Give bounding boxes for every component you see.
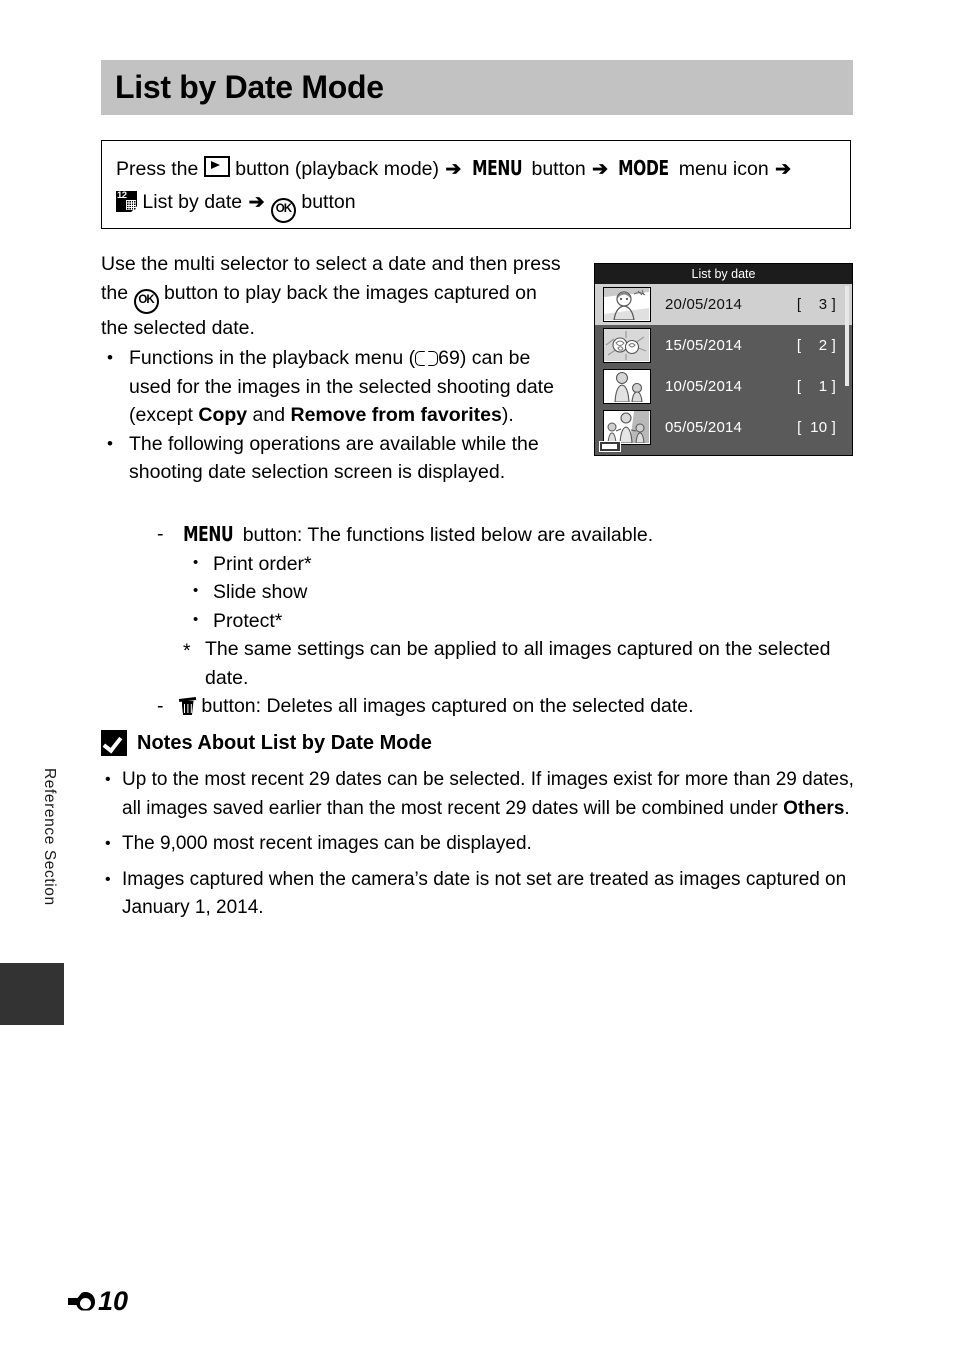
- page-number: 10: [68, 1286, 128, 1317]
- menu-button-icon: MENU: [471, 156, 522, 180]
- note3-text: Images captured when the camera’s date i…: [122, 868, 847, 919]
- list-item-protect: Protect*: [187, 606, 853, 636]
- lcd-row-date: 20/05/2014: [665, 296, 743, 313]
- intro-text-b: button to play back the images captured …: [101, 281, 537, 339]
- note-item-29-dates: Up to the most recent 29 dates can be se…: [101, 766, 856, 823]
- page-title: List by Date Mode: [115, 69, 384, 105]
- note1-bold-others: Others: [783, 797, 845, 819]
- note-item-9000-images: The 9,000 most recent images can be disp…: [101, 830, 856, 859]
- page-number-value: 10: [98, 1286, 129, 1316]
- mode-menu-icon: MODE: [618, 156, 670, 180]
- bullet1-page-ref: 69: [438, 347, 460, 369]
- notes-section: Notes About List by Date Mode Up to the …: [101, 730, 856, 930]
- arrow-right-icon-4: ➔: [248, 192, 265, 213]
- path-text-list-by-date: List by date: [142, 191, 243, 213]
- vertical-scrollbar[interactable]: [845, 286, 849, 386]
- lcd-date-list: 20/05/2014 [ 3 ] 15/05/2014 [ 2 ] 10/05/…: [595, 284, 852, 455]
- woman-child-thumbnail: [603, 369, 651, 404]
- playback-button-icon: [203, 156, 230, 177]
- list-item-print-order: Print order*: [187, 549, 853, 579]
- bullet1-text-a: Functions in the playback menu (: [129, 347, 416, 369]
- battery-icon: [599, 441, 621, 452]
- trash-button-icon: [178, 695, 197, 715]
- camera-lcd-screen: List by date 20/05/2014 [3] 15/05/2014…: [594, 263, 853, 456]
- navigation-path-line-2: 12 List by date ➔ OK button: [116, 186, 836, 223]
- bullet-playback-menu: Functions in the playback menu (69) can …: [101, 344, 563, 430]
- reference-section-label: Reference Section: [41, 768, 58, 906]
- notes-heading: Notes About List by Date Mode: [137, 731, 432, 754]
- notes-list: Up to the most recent 29 dates can be se…: [101, 766, 856, 923]
- navigation-path-box: Press the button (playback mode) ➔ MENU …: [101, 140, 851, 229]
- bullet1-text-c: and: [247, 404, 291, 426]
- dash-item-trash-button: button: Deletes all images captured on t…: [151, 692, 853, 721]
- arrow-right-icon-3: ➔: [775, 159, 792, 180]
- bullet1-text-d: ).: [501, 404, 514, 426]
- flowers-thumbnail: [603, 328, 651, 363]
- menu-dash-text: button: The functions listed below are a…: [242, 524, 654, 546]
- lcd-row-count: [ 2 ]: [796, 337, 836, 354]
- lcd-row-count: [ 3 ]: [796, 296, 836, 313]
- note1-text-b: .: [844, 797, 850, 819]
- body-full-width-section: MENU button: The functions listed below …: [101, 520, 853, 721]
- reference-section-mark-icon: [68, 1291, 96, 1312]
- bullet1-bold-copy: Copy: [198, 404, 248, 426]
- lcd-row-date: 15/05/2014: [665, 337, 743, 354]
- menu-function-list: Print order* Slide show Protect*: [101, 549, 853, 636]
- path-text-button-2: button: [301, 191, 356, 213]
- arrow-right-icon: ➔: [445, 159, 462, 180]
- list-by-date-icon: 12: [116, 191, 137, 212]
- note1-text-a: Up to the most recent 29 dates can be se…: [122, 769, 854, 819]
- notes-check-icon: [101, 730, 127, 756]
- note-item-date-not-set: Images captured when the camera’s date i…: [101, 866, 856, 923]
- menu-button-icon-inline: MENU: [183, 522, 234, 546]
- page-title-banner: List by Date Mode: [101, 60, 853, 115]
- path-text-button: button: [531, 158, 586, 180]
- manual-book-icon: [415, 351, 439, 366]
- asterisk-footnote: The same settings can be applied to all …: [179, 635, 853, 692]
- trash-dash-text: button: Deletes all images captured on t…: [201, 695, 694, 717]
- path-text-press-the: Press the: [116, 158, 199, 180]
- table-row[interactable]: 10/05/2014 [ 1 ]: [595, 366, 852, 407]
- bullet1-bold-remove: Remove from favorites: [290, 404, 502, 426]
- navigation-path-line-1: Press the button (playback mode) ➔ MENU …: [116, 152, 836, 186]
- lcd-row-date: 05/05/2014: [665, 419, 743, 436]
- table-row[interactable]: 20/05/2014 [ 3 ]: [595, 284, 852, 325]
- dash-item-menu-button: MENU button: The functions listed below …: [151, 520, 853, 550]
- ok-button-icon: OK: [270, 198, 296, 223]
- bullet-following-operations: The following operations are available w…: [101, 430, 563, 487]
- family-thumbnail: [603, 410, 651, 445]
- path-text-button-playback: button (playback mode): [235, 158, 439, 180]
- lcd-row-date: 10/05/2014: [665, 378, 743, 395]
- portrait-woman-thumbnail: [603, 287, 651, 322]
- ok-button-icon-inline: OK: [133, 288, 159, 314]
- table-row[interactable]: 05/05/2014 [ 10 ]: [595, 407, 852, 448]
- intro-paragraph: Use the multi selector to select a date …: [101, 250, 563, 342]
- lcd-row-count: [ 10 ]: [797, 419, 836, 436]
- notes-heading-row: Notes About List by Date Mode: [101, 730, 856, 756]
- body-bullet-list: Functions in the playback menu (69) can …: [101, 344, 563, 487]
- manual-page: Reference Section List by Date Mode Pres…: [0, 0, 954, 1345]
- list-item-slide-show: Slide show: [187, 577, 853, 607]
- body-left-column: Use the multi selector to select a date …: [101, 250, 563, 487]
- section-tab-marker: [0, 963, 64, 1025]
- table-row[interactable]: 15/05/2014 [ 2 ]: [595, 325, 852, 366]
- lcd-row-count: [ 1 ]: [796, 378, 836, 395]
- bullet2-text: The following operations are available w…: [129, 432, 539, 484]
- note2-text: The 9,000 most recent images can be disp…: [122, 833, 532, 854]
- arrow-right-icon-2: ➔: [592, 159, 609, 180]
- path-text-menu-icon: menu icon: [678, 158, 769, 180]
- lcd-title-bar: List by date: [595, 264, 852, 284]
